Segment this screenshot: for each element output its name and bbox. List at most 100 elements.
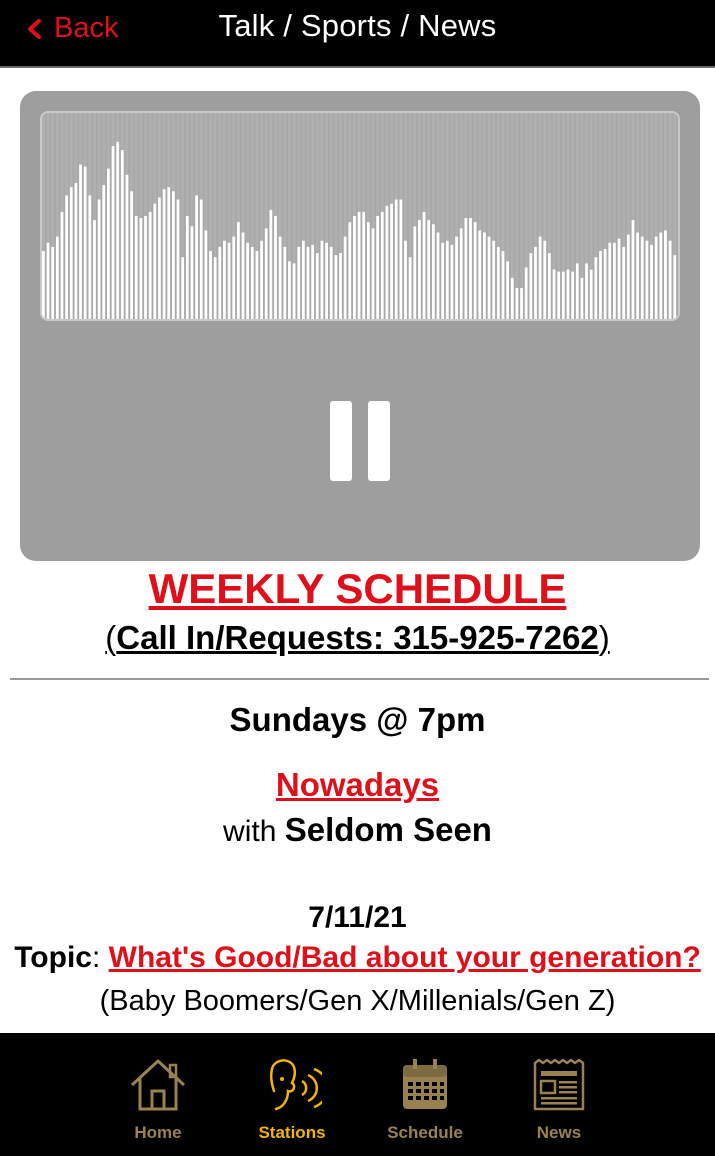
visualizer-bar [325,242,328,319]
visualizer-bar [394,199,398,319]
visualizer-bar [139,218,143,319]
nav-stations[interactable]: Stations [237,1055,347,1143]
visualizer-bar [297,246,301,319]
visualizer-bar [171,191,175,319]
newspaper-icon [533,1058,585,1111]
visualizer-bar [543,240,547,319]
visualizer-bar [478,230,482,319]
visualizer-bar [167,187,171,319]
visualizer-bar [60,211,64,319]
visualizer-bar [640,236,644,319]
audio-visualizer [40,111,680,321]
visualizer-bar [385,205,389,319]
visualizer-bar [427,220,431,319]
visualizer-bar [506,261,510,319]
visualizer-bar [645,240,649,319]
visualizer-bar [404,240,407,319]
nav-news[interactable]: News [504,1055,614,1143]
topic-separator: : [91,941,109,974]
visualizer-bar [650,244,653,319]
visualizer-bar [227,242,231,319]
visualizer-bar [148,211,152,319]
call-in-open-paren: ( [105,619,117,656]
visualizer-bar [134,216,138,319]
visualizer-bar [144,216,147,319]
pause-bar-left [330,401,352,481]
visualizer-bar [380,211,384,319]
visualizer-bar [459,228,463,319]
visualizer-bar [496,246,500,319]
visualizer-bar [311,244,315,319]
visualizer-bar [278,236,282,319]
visualizer-bar [487,236,491,319]
visualizer-bar [580,277,584,319]
visualizer-bar [348,222,352,319]
topic-generations: (Baby Boomers/Gen X/Millenials/Gen Z) [99,985,616,1017]
visualizer-bar [195,195,198,319]
visualizer-bar [97,199,101,319]
schedule-section: WEEKLY SCHEDULE (Call In/Requests: 315-9… [0,561,715,1017]
visualizer-bar [283,246,287,319]
visualizer-bar [209,251,212,319]
weekly-schedule-heading[interactable]: WEEKLY SCHEDULE [0,563,715,615]
visualizer-bar [515,288,519,319]
visualizer-bar [306,246,310,319]
visualizer-bar [46,242,50,319]
top-bar: Back Talk / Sports / News [0,0,715,68]
visualizer-bar [673,255,677,319]
visualizer-bar [236,222,240,319]
visualizer-bar [455,236,458,319]
visualizer-bar [664,230,667,319]
visualizer-bar [255,251,259,319]
topic-link[interactable]: What's Good/Bad about your generation? [109,941,701,974]
visualizer-bar [120,150,124,319]
visualizer-bar [418,220,421,319]
visualizer-bars [42,113,677,319]
visualizer-bar [399,199,403,319]
visualizer-bar [626,234,630,319]
host-prefix: with [223,815,285,848]
visualizer-bar [274,216,277,319]
visualizer-bar [301,240,305,319]
visualizer-bar [83,166,87,319]
visualizer-bar [654,236,658,319]
nav-home[interactable]: Home [103,1055,213,1143]
visualizer-bar [636,232,640,319]
episode-date: 7/11/21 [308,901,407,934]
call-in-link[interactable]: (Call In/Requests: 315-925-7262) [0,615,715,661]
visualizer-bar [492,240,496,319]
visualizer-bar [408,257,412,319]
visualizer-bar [566,269,570,319]
visualizer-bar [483,232,486,319]
visualizer-bar [162,189,166,319]
visualizer-bar [510,277,514,319]
visualizer-bar [524,267,528,319]
stations-icon [269,1059,322,1111]
visualizer-bar [51,246,55,319]
visualizer-bar [218,246,222,319]
visualizer-bar [589,269,593,319]
show-name-link[interactable]: Nowadays [0,766,715,804]
visualizer-bar [153,203,157,319]
visualizer-bar [622,246,626,319]
nav-schedule[interactable]: Schedule [370,1055,480,1143]
visualizer-bar [413,226,417,319]
visualizer-bar [42,251,45,319]
visualizer-bar [250,246,254,319]
visualizer-bar [362,211,366,319]
visualizer-bar [106,168,110,319]
visualizer-bar [79,164,82,319]
visualizer-bar [450,244,454,319]
audio-player [20,91,700,561]
visualizer-bar [529,253,533,319]
visualizer-bar [464,218,468,319]
visualizer-bar [548,253,551,319]
visualizer-bar [125,174,129,319]
home-icon [130,1059,186,1111]
visualizer-bar [320,240,324,319]
visualizer-bar [617,238,621,319]
visualizer-bar [55,236,59,319]
pause-button[interactable] [330,401,390,481]
visualizer-bar [366,222,370,319]
visualizer-bar [571,271,575,319]
